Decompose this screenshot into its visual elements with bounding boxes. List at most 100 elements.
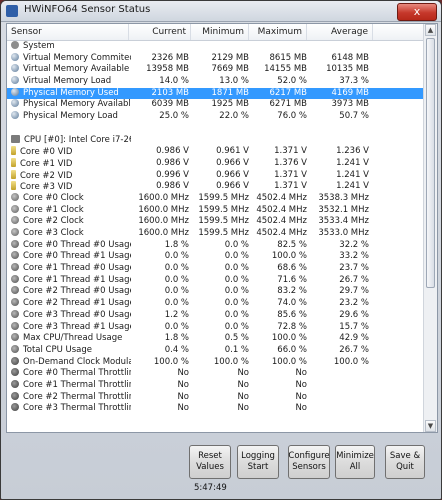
sensor-group-row[interactable]: System (7, 41, 423, 53)
sensor-row[interactable]: Virtual Memory Load 14.0 % 13.0 % 52.0 % 37.… (7, 76, 423, 88)
column-header-minimum[interactable]: Minimum (191, 24, 249, 40)
minimize-all-button[interactable]: Minimize All (335, 445, 375, 479)
average-value (307, 135, 369, 147)
sensor-row[interactable]: Core #1 VID 0.986 V 0.966 V 1.376 V 1.241 V (7, 157, 423, 170)
sensor-name: Total CPU Usage (11, 344, 131, 357)
sensor-label: Core #0 VID (20, 147, 73, 158)
sensor-row[interactable]: Core #0 Clock 1600.0 MHz 1599.5 MHz 4502.4 … (7, 192, 423, 205)
average-value (307, 41, 369, 53)
system-icon (11, 41, 19, 49)
sensor-row[interactable]: Core #2 Clock 1600.0 MHz 1599.5 MHz 4502.4 … (7, 216, 423, 228)
sensor-name: Physical Memory Available (11, 99, 131, 111)
title-bar[interactable]: HWiNFO64 Sensor Status x (1, 1, 441, 22)
sensor-row[interactable]: On-Demand Clock Modulation 100.0 % 100.0 %… (7, 356, 423, 369)
sensor-name: Core #1 Thread #1 Usage (11, 274, 131, 287)
sensor-row[interactable]: Core #1 Thread #1 Usage 0.0 % 0.0 % 71.6 % 2… (7, 274, 423, 287)
sensor-name: Core #2 Thread #0 Usage (11, 286, 131, 298)
vertical-scrollbar[interactable]: ▲ ▼ (423, 24, 437, 432)
reset-values-button[interactable]: Reset Values (189, 445, 231, 479)
sensor-row[interactable]: Physical Memory Load 25.0 % 22.0 % 76.0 % 50… (7, 111, 423, 123)
sensor-row[interactable]: Virtual Memory Available 13958 MB 7669 MB 1… (7, 64, 423, 76)
voltage-icon (11, 146, 16, 156)
sensor-row[interactable]: Core #3 Clock 1600.0 MHz 1599.5 MHz 4502.4 … (7, 228, 423, 240)
memory-icon (11, 52, 19, 61)
minimum-value: 0.966 V (216, 169, 249, 180)
sensor-row[interactable]: Virtual Memory Commited 2326 MB 2129 MB 861… (7, 52, 423, 65)
maximum-value: 4502.4 MHz (256, 228, 307, 238)
average-value: 1.241 V (336, 169, 369, 180)
sensor-label: Max CPU/Thread Usage (23, 333, 123, 344)
average-value: 23.2 % (339, 298, 369, 309)
maximum-value: 100.0 % (271, 356, 307, 367)
app-icon (6, 5, 18, 17)
sensor-label: Core #3 Thread #0 Usage (23, 309, 131, 320)
sensor-row[interactable]: Max CPU/Thread Usage 1.8 % 0.5 % 100.0 % 42.… (7, 333, 423, 345)
usage-icon (11, 251, 19, 260)
memory-icon (11, 76, 19, 85)
sensor-name: Core #1 VID (11, 157, 131, 170)
column-header-sensor[interactable]: Sensor (7, 24, 129, 40)
sensor-row[interactable]: Core #1 Thread #0 Usage 0.0 % 0.0 % 68.6 % 2… (7, 263, 423, 275)
column-header-maximum[interactable]: Maximum (249, 24, 307, 40)
sensor-row[interactable]: Core #0 Thread #1 Usage 0.0 % 0.0 % 100.0 %… (7, 251, 423, 263)
sensor-label: Core #1 Clock (23, 204, 84, 215)
logging-start-button[interactable]: Logging Start (237, 445, 279, 479)
sensor-row[interactable]: Core #0 VID 0.986 V 0.961 V 1.371 V 1.236 V (7, 146, 423, 158)
column-header-average[interactable]: Average (307, 24, 373, 40)
sensor-name: Core #2 VID (11, 169, 131, 182)
average-value: 26.7 % (339, 274, 369, 285)
sensor-row[interactable]: Physical Memory Used 2103 MB 1871 MB 6217 M… (7, 87, 423, 100)
current-value: No (177, 368, 189, 379)
current-value: 1.8 % (164, 239, 189, 250)
average-value: 3533.0 MHz (318, 228, 369, 238)
scroll-down-icon[interactable]: ▼ (425, 420, 436, 432)
sensor-row[interactable]: Core #2 Thermal Throttling No No No (7, 391, 423, 404)
sensor-row[interactable]: Core #2 Thread #1 Usage 0.0 % 0.0 % 74.0 % 2… (7, 298, 423, 310)
current-value: 0.996 V (156, 169, 189, 180)
sensor-row[interactable]: Core #3 VID 0.986 V 0.966 V 1.371 V 1.241 V (7, 181, 423, 193)
minimum-value: 13.0 % (219, 76, 249, 87)
configure-sensors-button[interactable]: Configure Sensors (288, 445, 330, 479)
maximum-value: No (295, 391, 307, 402)
average-value: 1.236 V (336, 146, 369, 157)
minimum-value: No (237, 403, 249, 414)
sensor-row[interactable]: Total CPU Usage 0.4 % 0.1 % 66.0 % 26.7 % (7, 344, 423, 357)
sensor-name: Virtual Memory Load (11, 76, 131, 88)
maximum-value: 1.371 V (274, 169, 307, 180)
sensor-label: Core #3 Thread #1 Usage (23, 321, 131, 332)
minimum-value: 1871 MB (211, 87, 250, 98)
clock-icon (11, 204, 19, 213)
sensor-row[interactable]: Core #2 Thread #0 Usage 0.0 % 0.0 % 83.2 % 2… (7, 286, 423, 298)
sensor-row[interactable]: Core #2 VID 0.996 V 0.966 V 1.371 V 1.241 V (7, 169, 423, 182)
scroll-up-icon[interactable]: ▲ (425, 24, 436, 36)
sensor-label: Virtual Memory Commited (23, 52, 131, 63)
sensor-group-row[interactable]: CPU [#0]: Intel Core i7-2600K (7, 134, 423, 147)
sensor-name: Core #3 Thermal Throttling (11, 403, 131, 415)
sensor-row[interactable]: Physical Memory Available 6039 MB 1925 MB 6… (7, 99, 423, 111)
gear-icon (11, 391, 19, 400)
save-quit-button[interactable]: Save & Quit (385, 445, 425, 479)
scroll-thumb[interactable] (426, 38, 435, 288)
sensor-row[interactable]: Core #3 Thread #1 Usage 0.0 % 0.0 % 72.8 % 1… (7, 321, 423, 334)
maximum-value: 74.0 % (277, 298, 307, 309)
current-value: No (177, 391, 189, 402)
sensor-label: Core #0 Clock (23, 192, 84, 203)
sensor-row[interactable]: Core #1 Thermal Throttling No No No (7, 379, 423, 392)
current-value: 1600.0 MHz (138, 228, 189, 238)
sensor-label: Virtual Memory Available (23, 64, 130, 75)
sensor-row[interactable]: Core #0 Thermal Throttling No No No (7, 368, 423, 380)
sensor-row[interactable]: Core #0 Thread #0 Usage 1.8 % 0.0 % 82.5 % 3… (7, 239, 423, 252)
column-header-current[interactable]: Current (129, 24, 191, 40)
current-value: 1600.0 MHz (138, 216, 189, 227)
sensor-name: CPU [#0]: Intel Core i7-2600K (11, 134, 131, 147)
sensor-name: Core #3 VID (11, 181, 131, 193)
sensor-row[interactable]: Core #1 Clock 1600.0 MHz 1599.5 MHz 4502.4 … (7, 204, 423, 217)
maximum-value: 1.376 V (274, 157, 307, 168)
sensor-row[interactable]: Core #3 Thermal Throttling No No No (7, 403, 423, 415)
button-bar: Reset Values Logging Start Configure Sen… (1, 439, 441, 499)
close-button[interactable]: x (397, 3, 437, 21)
sensor-label: Core #1 Thermal Throttling (23, 379, 131, 390)
sensor-row[interactable]: Core #3 Thread #0 Usage 1.2 % 0.0 % 85.6 % 2… (7, 309, 423, 322)
minimum-value: 0.0 % (224, 274, 249, 285)
minimum-value: 0.0 % (224, 251, 249, 262)
